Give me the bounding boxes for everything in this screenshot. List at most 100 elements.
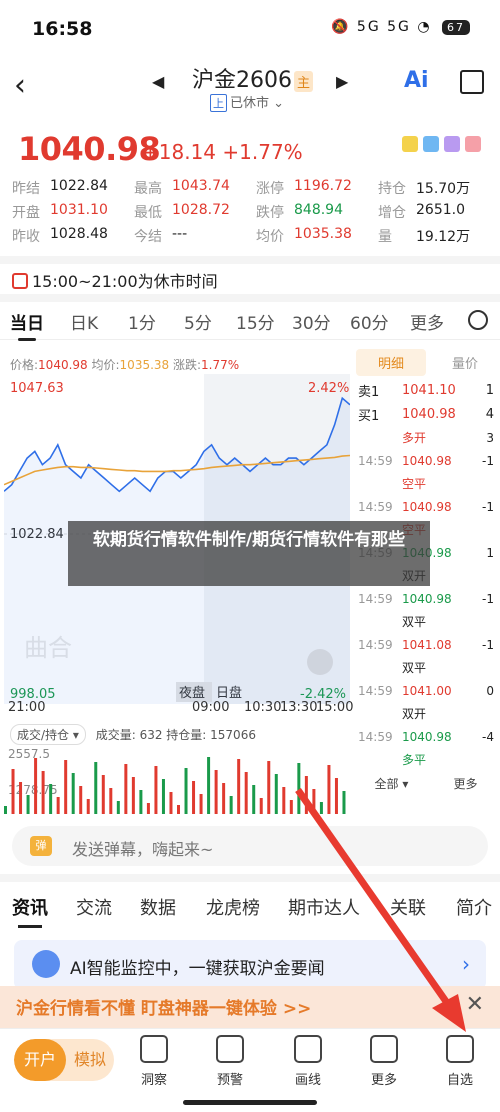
trade-qty: -1 xyxy=(482,591,494,606)
nav-label: 自选 xyxy=(446,1073,473,1088)
trade-type: 空平 xyxy=(402,477,427,491)
nav-item[interactable]: 预警 xyxy=(198,1035,262,1088)
quote-cell: 持仓 15.70万 xyxy=(378,178,488,202)
volume-bar xyxy=(259,798,263,814)
orderbook-price: 1041.10 xyxy=(402,382,456,398)
news-tab[interactable]: 关联 xyxy=(390,894,426,920)
divider xyxy=(0,256,500,264)
volume-bar xyxy=(312,789,316,814)
chat-icon[interactable] xyxy=(402,136,418,152)
simulate-option[interactable]: 模拟 xyxy=(74,1039,106,1081)
status-icons: 🔕 5G 5G ◔ 67 xyxy=(331,19,470,35)
news-tab[interactable]: 简介 xyxy=(456,894,492,920)
nav-label: 预警 xyxy=(216,1073,243,1088)
tab-period[interactable]: 1分 xyxy=(128,309,156,334)
promo-banner[interactable]: 沪金行情看不懂 盯盘神器一键体验 >> ✕ xyxy=(0,986,500,1028)
quote-value: 1035.38 xyxy=(294,226,352,242)
mute-icon: 🔕 xyxy=(331,19,351,35)
orderbook-qty: 4 xyxy=(485,406,494,422)
trade-price: 1040.98 xyxy=(402,729,452,744)
tab-period[interactable]: 15分 xyxy=(236,309,275,334)
nav-item[interactable]: 自选 xyxy=(428,1035,492,1088)
side-tab[interactable]: 量价 xyxy=(430,353,500,372)
trade-time: 14:59 xyxy=(358,683,393,698)
more-trades-button[interactable]: 更多 xyxy=(453,775,477,792)
nav-item[interactable]: 更多 xyxy=(352,1035,416,1088)
avg-label: 均价: xyxy=(91,358,120,372)
news-tab[interactable]: 资讯 xyxy=(12,894,48,928)
nav-label: 更多 xyxy=(370,1073,397,1088)
home-indicator[interactable] xyxy=(183,1100,317,1105)
contract-name: 沪金2606 xyxy=(192,68,292,93)
insight-icon xyxy=(140,1035,168,1063)
market-status[interactable]: 上已休市 ⌄ xyxy=(210,92,284,112)
share-icon[interactable] xyxy=(460,70,484,94)
tab-period[interactable]: 30分 xyxy=(292,309,331,334)
tab-period[interactable]: 5分 xyxy=(184,309,212,334)
grid-icon xyxy=(370,1035,398,1063)
volume-bar xyxy=(19,782,23,814)
quote-row: 昨结 1022.84 最高 1043.74 涨停 1196.72 持仓 15.70万 xyxy=(12,178,492,202)
quote-label: 最高 xyxy=(134,181,162,197)
back-icon[interactable]: ‹ xyxy=(14,68,26,103)
nav-item[interactable]: 画线 xyxy=(276,1035,340,1088)
news-tab[interactable]: 数据 xyxy=(140,894,176,920)
settings-icon[interactable] xyxy=(468,310,488,330)
tab-period[interactable]: 60分 xyxy=(350,309,389,334)
alert-icon[interactable] xyxy=(465,136,481,152)
bulb-icon[interactable] xyxy=(444,136,460,152)
quote-value: 848.94 xyxy=(294,202,343,218)
next-contract-icon[interactable]: ▶ xyxy=(336,72,348,91)
main-contract-badge: 主 xyxy=(294,70,314,92)
account-mode-toggle[interactable]: 开户 模拟 xyxy=(14,1039,114,1081)
volume-bar xyxy=(177,805,180,814)
trade-price: 1040.98 xyxy=(402,499,452,514)
promo-text: 沪金行情看不懂 盯盘神器一键体验 >> xyxy=(16,999,312,1019)
news-tab[interactable]: 龙虎榜 xyxy=(206,894,260,920)
bell-icon xyxy=(216,1035,244,1063)
news-tab[interactable]: 期市达人 xyxy=(288,894,360,920)
news-tab[interactable]: 交流 xyxy=(76,894,112,920)
trade-qty: -1 xyxy=(482,637,494,652)
open-account-option[interactable]: 开户 xyxy=(14,1039,66,1081)
volume-bar xyxy=(64,760,68,814)
calendar-icon[interactable] xyxy=(423,136,439,152)
prev-contract-icon[interactable]: ◀ xyxy=(152,72,164,91)
ai-monitor-banner[interactable]: AI智能监控中，一键获取沪金要闻 › xyxy=(14,940,486,990)
orderbook-price: 1040.98 xyxy=(402,406,456,422)
chevron-right-icon: › xyxy=(462,952,470,976)
feature-icons xyxy=(402,136,486,156)
danmu-input[interactable]: 弹 发送弹幕，嗨起来~ xyxy=(12,826,488,866)
trade-row: 14:59 1041.08 -1 双平 xyxy=(352,633,500,679)
volume-selector[interactable]: 成交/持仓 ▾ xyxy=(10,724,86,745)
wifi-icon: ◔ xyxy=(417,19,432,35)
quote-label: 开盘 xyxy=(12,205,40,221)
orderbook: 卖1 1041.10 1 买1 1040.98 4 xyxy=(352,378,500,426)
volume-bar xyxy=(207,757,211,814)
quote-cell: 最低 1028.72 xyxy=(134,202,256,226)
volume-bar xyxy=(71,773,75,814)
ai-assistant-icon[interactable]: Ai xyxy=(404,68,429,93)
x-tick-label: 10:30 xyxy=(244,700,282,715)
trade-row: 14:59 1040.98 -1 空平 xyxy=(352,449,500,495)
volume-bar xyxy=(289,800,293,814)
close-icon[interactable]: ✕ xyxy=(466,992,484,1017)
side-tab[interactable]: 明细 xyxy=(356,348,426,376)
overlay-text: 软期货行情软件制作/期货行情软件有那些 xyxy=(92,530,406,550)
volume-bar xyxy=(94,762,98,814)
tab-period[interactable]: 更多 xyxy=(410,309,444,334)
tab-period[interactable]: 当日 xyxy=(10,309,44,341)
trade-time: 14:59 xyxy=(358,499,393,514)
quote-label: 昨结 xyxy=(12,181,40,197)
nav-item[interactable]: 洞察 xyxy=(122,1035,186,1088)
volume-bar xyxy=(101,775,105,814)
volume-bar xyxy=(282,787,286,814)
volume-bar xyxy=(34,758,38,814)
volume-bar xyxy=(169,792,173,814)
quote-value: --- xyxy=(172,226,188,242)
tab-period[interactable]: 日K xyxy=(70,309,98,334)
filter-all-button[interactable]: 全部 ▾ xyxy=(375,775,409,792)
volume-bar xyxy=(342,791,346,814)
trade-price: 1040.98 xyxy=(402,453,452,468)
quote-row: 开盘 1031.10 最低 1028.72 跌停 848.94 增仓 2651.0 xyxy=(12,202,492,226)
